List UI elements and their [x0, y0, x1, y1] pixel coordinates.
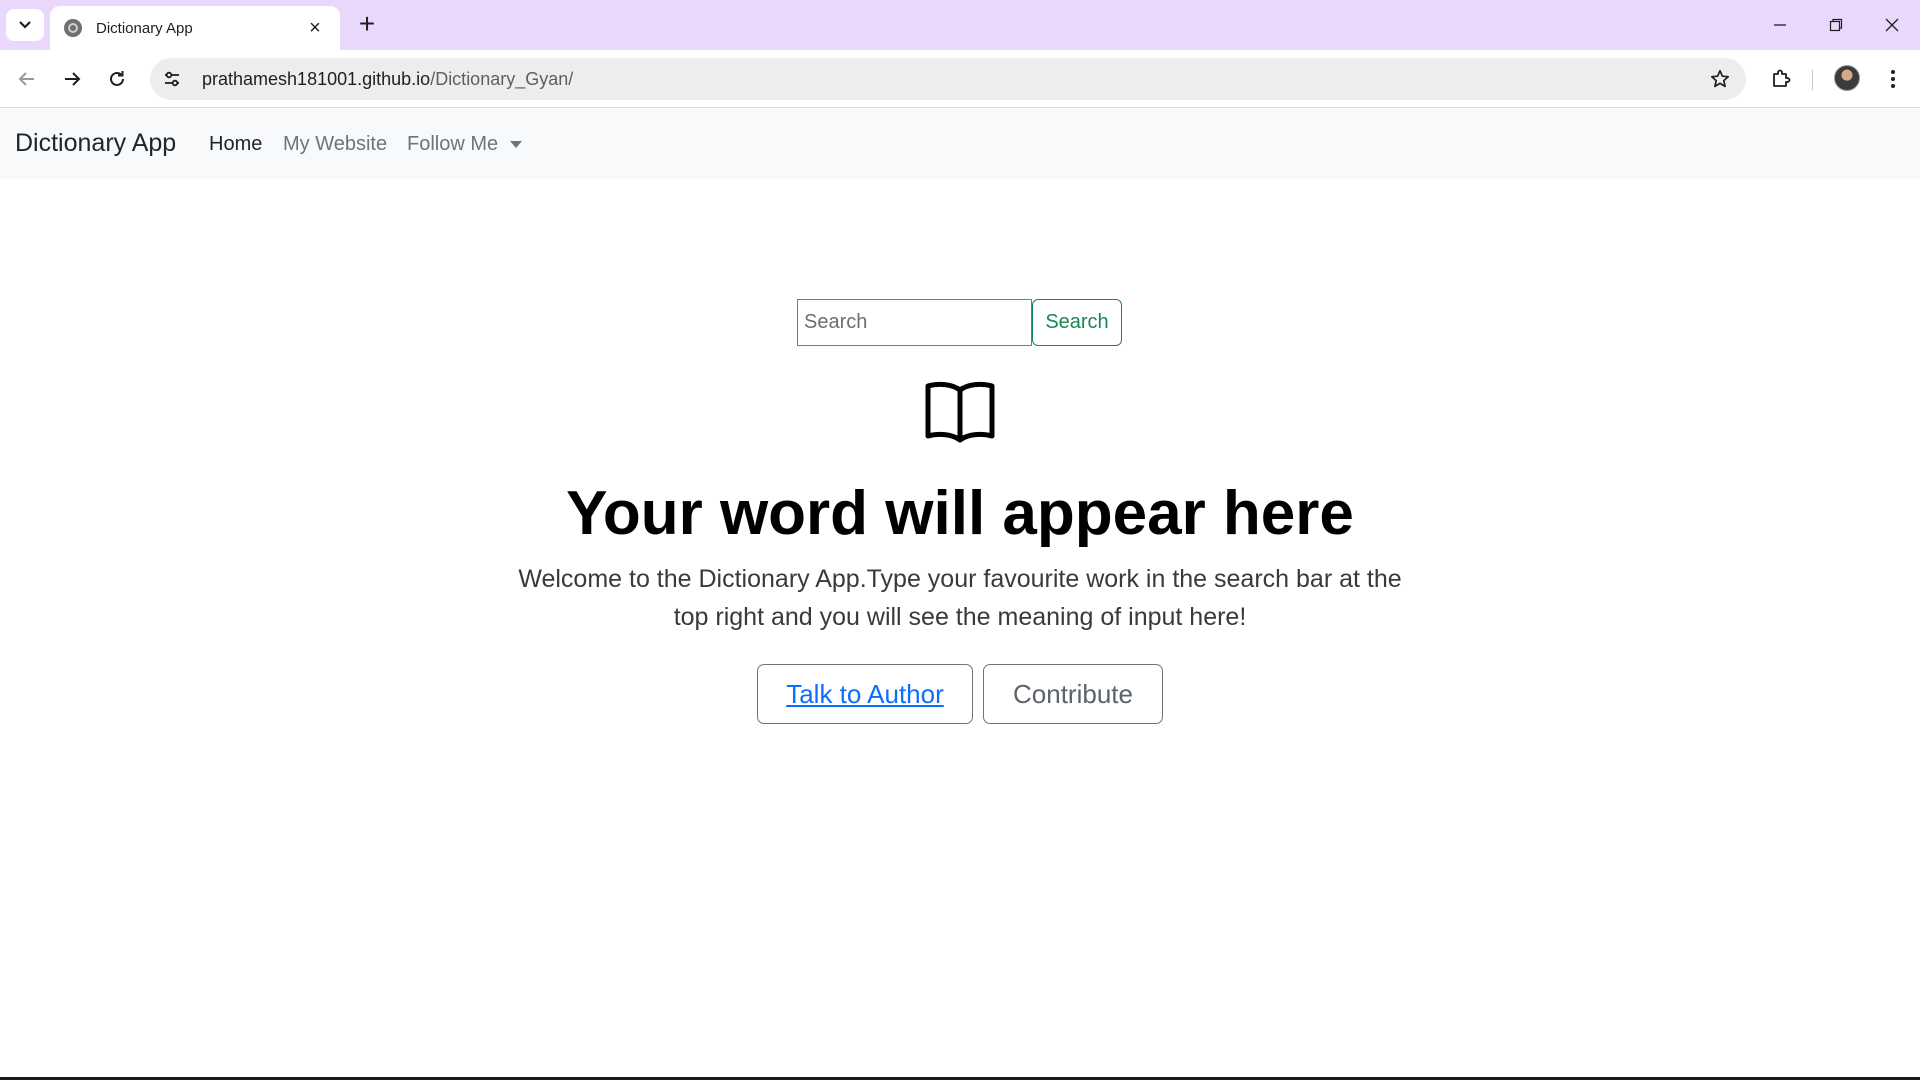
- url-host: prathamesh181001.github.io: [202, 68, 431, 89]
- close-window-icon: [1885, 18, 1899, 32]
- window-controls: [1752, 0, 1920, 50]
- contribute-button[interactable]: Contribute: [983, 664, 1163, 724]
- forward-button[interactable]: [53, 60, 91, 98]
- site-navbar: Dictionary App Home My Website Follow Me: [0, 109, 1920, 179]
- toolbar-divider: [1812, 70, 1813, 90]
- browser-toolbar: prathamesh181001.github.io/Dictionary_Gy…: [0, 50, 1920, 108]
- bookmark-button[interactable]: [1700, 59, 1740, 99]
- star-icon: [1710, 69, 1730, 88]
- kebab-menu-icon: [1891, 70, 1895, 88]
- url-text: prathamesh181001.github.io/Dictionary_Gy…: [202, 69, 1700, 90]
- talk-to-author-button[interactable]: Talk to Author: [757, 664, 973, 724]
- nav-link-my-website[interactable]: My Website: [283, 133, 387, 156]
- globe-icon: [64, 19, 82, 37]
- site-info-icon: [165, 71, 179, 87]
- back-button[interactable]: [8, 60, 46, 98]
- restore-button[interactable]: [1808, 0, 1864, 50]
- open-book-icon: [925, 381, 995, 443]
- back-arrow-icon: [18, 72, 34, 86]
- tab-close-button[interactable]: ×: [304, 18, 326, 38]
- search-input[interactable]: [797, 299, 1032, 346]
- extensions-icon: [1773, 69, 1791, 87]
- minimize-button[interactable]: [1752, 0, 1808, 50]
- welcome-text: Welcome to the Dictionary App.Type your …: [518, 565, 1402, 631]
- navbar-brand[interactable]: Dictionary App: [15, 129, 176, 158]
- search-button[interactable]: Search: [1032, 299, 1122, 346]
- browser-menu-button[interactable]: [1876, 60, 1910, 98]
- profile-avatar[interactable]: [1834, 65, 1860, 91]
- word-heading: Your word will appear here: [566, 479, 1354, 548]
- site-info-button[interactable]: [154, 61, 190, 97]
- extensions-button[interactable]: [1762, 60, 1800, 98]
- address-bar[interactable]: prathamesh181001.github.io/Dictionary_Gy…: [150, 58, 1746, 100]
- tab-title: Dictionary App: [96, 19, 193, 37]
- nav-dropdown-follow-me[interactable]: Follow Me: [407, 133, 523, 156]
- forward-arrow-icon: [65, 72, 81, 86]
- reload-icon: [110, 71, 124, 86]
- browser-tab[interactable]: Dictionary App ×: [50, 6, 340, 50]
- minimize-icon: [1774, 24, 1786, 26]
- close-window-button[interactable]: [1864, 0, 1920, 50]
- new-tab-button[interactable]: +: [352, 10, 382, 40]
- url-path: /Dictionary_Gyan/: [430, 68, 574, 89]
- browser-tab-strip: Dictionary App × +: [0, 0, 1920, 50]
- reload-button[interactable]: [98, 60, 136, 98]
- follow-me-label: Follow Me: [407, 133, 499, 155]
- chevron-down-icon: [19, 21, 31, 29]
- tab-search-button[interactable]: [6, 9, 44, 41]
- nav-link-home[interactable]: Home: [209, 133, 262, 156]
- restore-icon: [1829, 18, 1843, 32]
- caret-down-icon: [510, 141, 523, 148]
